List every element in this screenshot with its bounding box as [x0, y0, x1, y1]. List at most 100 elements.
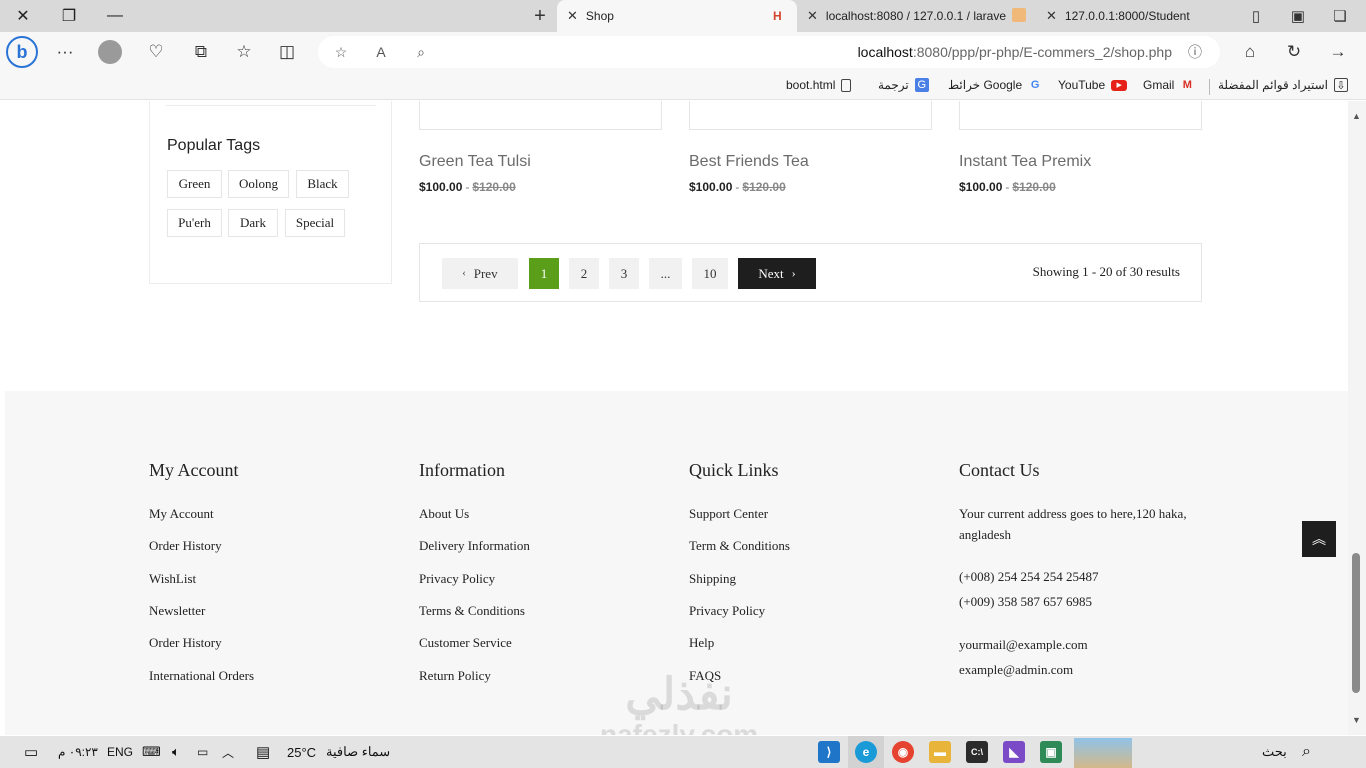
tag-black[interactable]: Black — [296, 170, 349, 198]
tab-actions-icon[interactable]: ▣ — [1285, 4, 1311, 28]
page-button-1[interactable]: 1 — [529, 258, 559, 289]
page-scrollbar[interactable]: ▲ ▼ — [1348, 101, 1366, 735]
page-button-10[interactable]: 10 — [692, 258, 728, 289]
vscode-icon[interactable]: ⟩ — [818, 741, 840, 763]
split-screen-icon[interactable]: ◫ — [272, 38, 302, 66]
chrome-icon[interactable]: ◉ — [892, 741, 914, 763]
workspaces-icon[interactable]: ❏ — [1327, 4, 1353, 28]
contact-email[interactable]: example@admin.com — [959, 659, 1199, 680]
footer-link[interactable]: My Account — [149, 506, 214, 522]
bookmark-google-maps[interactable]: خرائط Google G — [948, 78, 1042, 92]
refresh-icon[interactable]: ↻ — [1279, 38, 1309, 66]
footer-link[interactable]: Shipping — [689, 571, 736, 587]
tab-student[interactable]: ✕ 127.0.0.1:8000/Student — [1036, 0, 1236, 32]
profile-avatar[interactable] — [98, 40, 122, 64]
volume-icon[interactable]: 🔈︎ — [172, 736, 180, 768]
notifications-icon[interactable]: ▭ — [24, 736, 38, 768]
minimize-window-icon[interactable]: — — [92, 0, 138, 32]
footer-link[interactable]: Order History — [149, 538, 222, 554]
page-button-2[interactable]: 2 — [569, 258, 599, 289]
restore-window-icon[interactable]: ❐ — [46, 0, 92, 32]
sidebar-widget: Popular Tags Green Oolong Black Pu'erh D… — [149, 101, 392, 284]
more-menu-icon[interactable]: ··· — [50, 38, 80, 66]
terminal-icon[interactable]: C:\ — [966, 741, 988, 763]
address-bar[interactable]: ☆ A ⌕ localhost:8080/ppp/pr-php/E-commer… — [318, 36, 1220, 68]
footer-link[interactable]: Newsletter — [149, 603, 205, 619]
footer-link[interactable]: FAQS — [689, 668, 721, 684]
favorites-icon[interactable]: ☆ — [229, 38, 259, 66]
tag-oolong[interactable]: Oolong — [228, 170, 289, 198]
product-name[interactable]: Green Tea Tulsi — [419, 153, 531, 171]
tag-special[interactable]: Special — [285, 209, 345, 237]
language-indicator[interactable]: ENG — [107, 736, 133, 768]
close-window-icon[interactable]: ✕ — [0, 0, 46, 32]
footer-link[interactable]: Order History — [149, 635, 222, 651]
product-image-frame[interactable] — [689, 101, 932, 130]
footer-link[interactable]: WishList — [149, 571, 196, 587]
bookmark-youtube[interactable]: YouTube ▶ — [1058, 78, 1128, 92]
scroll-up-arrow-icon[interactable]: ▲ — [1352, 111, 1361, 121]
product-name[interactable]: Instant Tea Premix — [959, 153, 1091, 171]
prev-label: Prev — [473, 265, 498, 281]
product-image-frame[interactable] — [419, 101, 662, 130]
page-button-3[interactable]: 3 — [609, 258, 639, 289]
search-label[interactable]: بحث — [1262, 736, 1287, 768]
browser-essentials-icon[interactable]: ♡ — [141, 38, 171, 66]
weather-icon[interactable]: ▤ — [256, 736, 270, 768]
product-name[interactable]: Best Friends Tea — [689, 153, 809, 171]
footer-link[interactable]: Terms & Conditions — [419, 603, 525, 619]
search-icon[interactable]: ⌕ — [1302, 736, 1311, 768]
tag-dark[interactable]: Dark — [228, 209, 278, 237]
bookmark-gmail[interactable]: Gmail M — [1143, 78, 1194, 92]
os-taskbar: ▭ ٠٩:٢٣ م ENG ⌨ 🔈︎ ▭ ︿ ▤ 25°C سماء صافية… — [0, 736, 1366, 768]
footer-link[interactable]: Delivery Information — [419, 538, 530, 554]
bookmark-translate[interactable]: ترجمة G — [878, 78, 929, 92]
footer-link[interactable]: Help — [689, 635, 714, 651]
edge-icon[interactable]: e — [855, 741, 877, 763]
bookmark-import-favorites[interactable]: استيراد قوائم المفضلة ⇩ — [1218, 78, 1349, 92]
tag-puerh[interactable]: Pu'erh — [167, 209, 222, 237]
scrollbar-thumb[interactable] — [1352, 553, 1360, 693]
weather-text[interactable]: سماء صافية — [326, 736, 390, 768]
home-icon[interactable]: ⌂ — [1235, 38, 1265, 66]
footer-link[interactable]: Privacy Policy — [689, 603, 765, 619]
new-tab-button[interactable]: + — [525, 0, 555, 32]
page-icon[interactable]: ▯ — [1243, 4, 1269, 28]
bing-copilot-icon[interactable]: b — [6, 36, 38, 68]
tab-phpmyadmin[interactable]: ✕ localhost:8080 / 127.0.0.1 / larave — [797, 0, 1033, 32]
footer-link[interactable]: About Us — [419, 506, 469, 522]
chevron-up-icon[interactable]: ︿ — [222, 736, 234, 768]
visual-studio-icon[interactable]: ◣ — [1003, 741, 1025, 763]
prev-page-button[interactable]: ‹ Prev — [442, 258, 518, 289]
weather-temp[interactable]: 25°C — [287, 736, 316, 768]
footer-link[interactable]: Customer Service — [419, 635, 512, 651]
widget-thumbnail-icon[interactable] — [1074, 738, 1132, 768]
forward-icon[interactable]: → — [1323, 38, 1353, 66]
app-icon[interactable]: ▣ — [1040, 741, 1062, 763]
site-info-icon[interactable]: ⓘ — [1184, 41, 1206, 63]
tag-green[interactable]: Green — [167, 170, 222, 198]
file-explorer-icon[interactable]: ▬ — [929, 741, 951, 763]
read-aloud-icon[interactable]: A — [370, 41, 392, 63]
footer-link[interactable]: Privacy Policy — [419, 571, 495, 587]
product-image-frame[interactable] — [959, 101, 1202, 130]
tab-shop[interactable]: ✕ Shop H — [557, 0, 797, 32]
close-tab-icon[interactable]: ✕ — [807, 8, 818, 24]
footer-link[interactable]: International Orders — [149, 668, 254, 684]
battery-icon[interactable]: ▭ — [197, 736, 208, 768]
contact-email[interactable]: yourmail@example.com — [959, 634, 1199, 655]
zoom-search-icon[interactable]: ⌕ — [410, 41, 432, 63]
bookmark-boot[interactable]: boot.html — [786, 78, 852, 92]
collections-icon[interactable]: ⧉ — [186, 38, 216, 66]
close-tab-icon[interactable]: ✕ — [1046, 8, 1057, 24]
next-page-button[interactable]: Next › — [738, 258, 816, 289]
footer-link[interactable]: Support Center — [689, 506, 768, 522]
back-to-top-button[interactable]: ︽ — [1302, 521, 1336, 557]
clock[interactable]: ٠٩:٢٣ م — [58, 736, 98, 768]
close-tab-icon[interactable]: ✕ — [567, 8, 578, 24]
keyboard-icon[interactable]: ⌨ — [142, 736, 161, 768]
footer-link[interactable]: Return Policy — [419, 668, 491, 684]
footer-link[interactable]: Term & Conditions — [689, 538, 790, 554]
scroll-down-arrow-icon[interactable]: ▼ — [1352, 715, 1361, 725]
add-favorite-icon[interactable]: ☆ — [330, 41, 352, 63]
